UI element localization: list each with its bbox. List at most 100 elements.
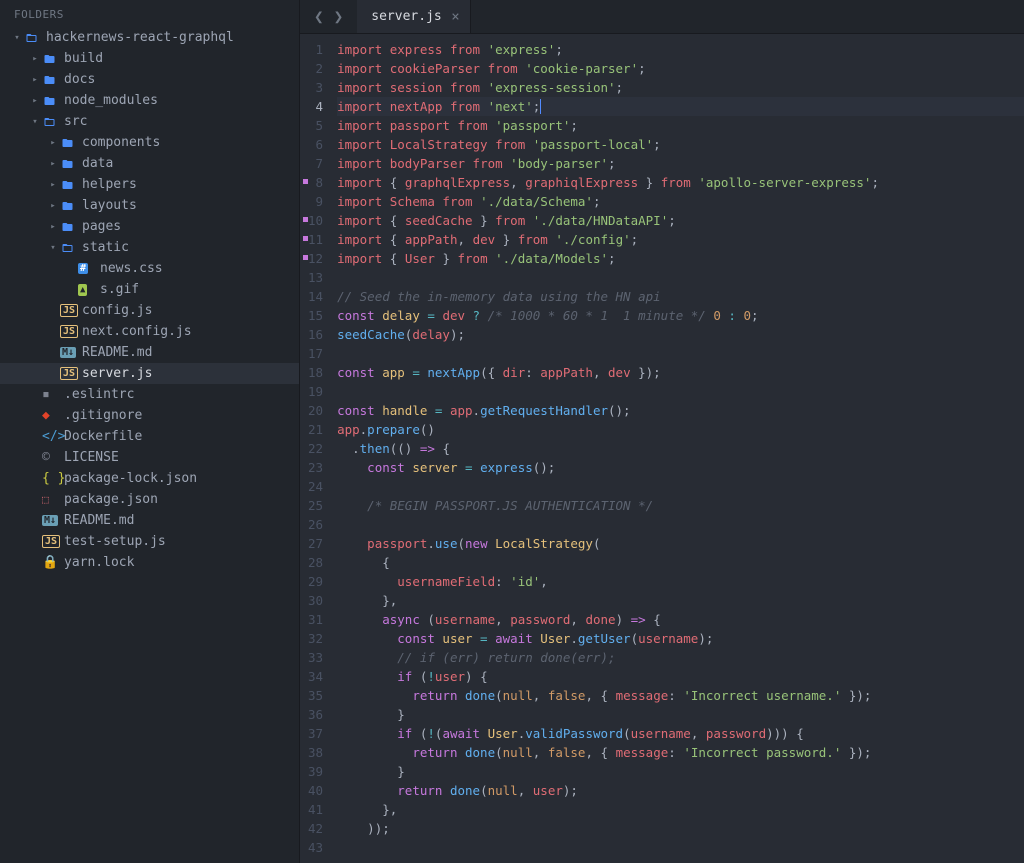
expand-icon[interactable]: ▸ <box>46 222 60 232</box>
code-line[interactable]: seedCache(delay); <box>337 325 1024 344</box>
expand-icon[interactable]: ▸ <box>46 138 60 148</box>
code-line[interactable]: import { graphqlExpress, graphiqlExpress… <box>337 173 1024 192</box>
folder-src[interactable]: ▾src <box>0 111 299 132</box>
code-line[interactable] <box>337 268 1024 287</box>
code-line[interactable]: /* BEGIN PASSPORT.JS AUTHENTICATION */ <box>337 496 1024 515</box>
code-line[interactable]: import { seedCache } from './data/HNData… <box>337 211 1024 230</box>
expand-icon[interactable]: ▾ <box>28 117 42 127</box>
line-number: 21 <box>308 420 323 439</box>
tab-server-js[interactable]: server.js × <box>357 0 470 33</box>
code-line[interactable]: const delay = dev ? /* 1000 * 60 * 1 1 m… <box>337 306 1024 325</box>
file-readme-md[interactable]: M↓README.md <box>0 510 299 531</box>
folder-docs[interactable]: ▸docs <box>0 69 299 90</box>
code-line[interactable]: .then(() => { <box>337 439 1024 458</box>
folder-node-modules[interactable]: ▸node_modules <box>0 90 299 111</box>
file--eslintrc[interactable]: ▪.eslintrc <box>0 384 299 405</box>
expand-icon[interactable]: ▸ <box>46 201 60 211</box>
file-yarn-lock[interactable]: 🔒yarn.lock <box>0 552 299 573</box>
folder-build[interactable]: ▸build <box>0 48 299 69</box>
file-label: static <box>82 240 129 255</box>
code-line[interactable]: if (!(await User.validPassword(username,… <box>337 724 1024 743</box>
line-number: 4 <box>308 97 323 116</box>
code-line[interactable]: // Seed the in-memory data using the HN … <box>337 287 1024 306</box>
code-line[interactable] <box>337 344 1024 363</box>
code-line[interactable]: app.prepare() <box>337 420 1024 439</box>
lock-icon: 🔒 <box>42 555 60 570</box>
file--gitignore[interactable]: ◆.gitignore <box>0 405 299 426</box>
code-line[interactable]: import nextApp from 'next'; <box>337 97 1024 116</box>
folder-hackernews-react-graphql[interactable]: ▾hackernews-react-graphql <box>0 27 299 48</box>
file-news-css[interactable]: #news.css <box>0 258 299 279</box>
line-number: 36 <box>308 705 323 724</box>
line-number: 5 <box>308 116 323 135</box>
code-line[interactable]: import passport from 'passport'; <box>337 116 1024 135</box>
file-package-lock-json[interactable]: { }package-lock.json <box>0 468 299 489</box>
expand-icon[interactable]: ▾ <box>46 243 60 253</box>
code-lines[interactable]: import express from 'express';import coo… <box>337 34 1024 863</box>
file-config-js[interactable]: JSconfig.js <box>0 300 299 321</box>
code-line[interactable]: // if (err) return done(err); <box>337 648 1024 667</box>
code-line[interactable]: const app = nextApp({ dir: appPath, dev … <box>337 363 1024 382</box>
file-readme-md[interactable]: M↓README.md <box>0 342 299 363</box>
nav-back-icon[interactable]: ❮ <box>314 7 324 26</box>
expand-icon[interactable]: ▾ <box>10 33 24 43</box>
folder-data[interactable]: ▸ data <box>0 153 299 174</box>
code-line[interactable]: { <box>337 553 1024 572</box>
code-line[interactable]: return done(null, false, { message: 'Inc… <box>337 686 1024 705</box>
code-line[interactable] <box>337 838 1024 857</box>
folder-static[interactable]: ▾ static <box>0 237 299 258</box>
file-server-js[interactable]: JSserver.js <box>0 363 299 384</box>
file-label: data <box>82 156 113 171</box>
expand-icon[interactable]: ▸ <box>46 180 60 190</box>
expand-icon[interactable]: ▸ <box>46 159 60 169</box>
js-icon: JS <box>42 535 60 548</box>
code-line[interactable]: import bodyParser from 'body-parser'; <box>337 154 1024 173</box>
code-line[interactable]: const user = await User.getUser(username… <box>337 629 1024 648</box>
code-line[interactable] <box>337 477 1024 496</box>
code-line[interactable]: } <box>337 762 1024 781</box>
folder-pages[interactable]: ▸pages <box>0 216 299 237</box>
file-test-setup-js[interactable]: JStest-setup.js <box>0 531 299 552</box>
code-line[interactable]: if (!user) { <box>337 667 1024 686</box>
file-s-gif[interactable]: ▲s.gif <box>0 279 299 300</box>
file-next-config-js[interactable]: JSnext.config.js <box>0 321 299 342</box>
code-line[interactable]: } <box>337 705 1024 724</box>
code-area[interactable]: 1234567891011121314151617181920212223242… <box>300 34 1024 863</box>
code-line[interactable]: import Schema from './data/Schema'; <box>337 192 1024 211</box>
code-line[interactable]: import express from 'express'; <box>337 40 1024 59</box>
code-line[interactable]: import { appPath, dev } from './config'; <box>337 230 1024 249</box>
expand-icon[interactable]: ▸ <box>28 96 42 106</box>
code-line[interactable]: passport.use(new LocalStrategy( <box>337 534 1024 553</box>
line-number: 33 <box>308 648 323 667</box>
code-line[interactable] <box>337 515 1024 534</box>
code-line[interactable]: const handle = app.getRequestHandler(); <box>337 401 1024 420</box>
sidebar-title: FOLDERS <box>0 0 299 27</box>
code-line[interactable]: import { User } from './data/Models'; <box>337 249 1024 268</box>
code-line[interactable] <box>337 382 1024 401</box>
close-icon[interactable]: × <box>451 9 459 25</box>
code-line[interactable]: usernameField: 'id', <box>337 572 1024 591</box>
file-package-json[interactable]: ⬚package.json <box>0 489 299 510</box>
folder-layouts[interactable]: ▸layouts <box>0 195 299 216</box>
code-line[interactable]: import LocalStrategy from 'passport-loca… <box>337 135 1024 154</box>
file-dockerfile[interactable]: </>Dockerfile <box>0 426 299 447</box>
line-number: 17 <box>308 344 323 363</box>
expand-icon[interactable]: ▸ <box>28 75 42 85</box>
folder-components[interactable]: ▸components <box>0 132 299 153</box>
code-line[interactable]: async (username, password, done) => { <box>337 610 1024 629</box>
code-line[interactable]: import session from 'express-session'; <box>337 78 1024 97</box>
file-license[interactable]: ©LICENSE <box>0 447 299 468</box>
code-line[interactable]: return done(null, user); <box>337 781 1024 800</box>
nav-forward-icon[interactable]: ❯ <box>334 7 344 26</box>
code-line[interactable]: )); <box>337 819 1024 838</box>
code-line[interactable]: return done(null, false, { message: 'Inc… <box>337 743 1024 762</box>
expand-icon[interactable]: ▸ <box>28 54 42 64</box>
folder-helpers[interactable]: ▸helpers <box>0 174 299 195</box>
code-line[interactable]: }, <box>337 800 1024 819</box>
code-line[interactable]: import cookieParser from 'cookie-parser'… <box>337 59 1024 78</box>
line-number: 2 <box>308 59 323 78</box>
folder-icon <box>42 74 60 86</box>
code-line[interactable]: }, <box>337 591 1024 610</box>
line-number: 25 <box>308 496 323 515</box>
code-line[interactable]: const server = express(); <box>337 458 1024 477</box>
